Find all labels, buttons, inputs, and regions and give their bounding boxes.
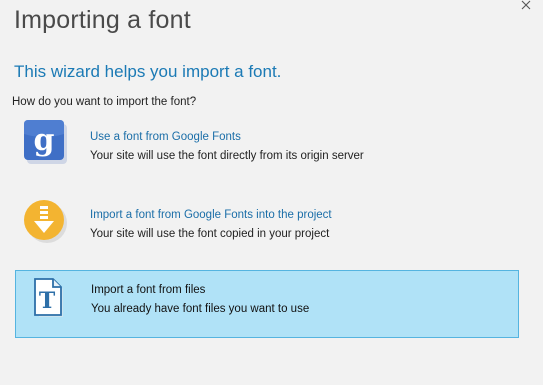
dialog-title: Importing a font bbox=[14, 6, 191, 34]
option-import-google-fonts[interactable]: Import a font from Google Fonts into the… bbox=[15, 196, 519, 264]
svg-text:g: g bbox=[34, 123, 55, 158]
option-description: Your site will use the font directly fro… bbox=[90, 150, 364, 162]
option-use-google-fonts[interactable]: g Use a font from Google Fonts Your site… bbox=[15, 118, 519, 186]
download-icon bbox=[24, 198, 68, 244]
option-import-from-files[interactable]: T Import a font from files You already h… bbox=[15, 270, 519, 338]
svg-text:T: T bbox=[39, 288, 56, 314]
option-description: Your site will use the font copied in yo… bbox=[90, 228, 330, 240]
option-title: Import a font from Google Fonts into the… bbox=[90, 209, 332, 221]
question-label: How do you want to import the font? bbox=[12, 96, 197, 108]
google-icon: g bbox=[24, 120, 68, 166]
option-title: Import a font from files bbox=[91, 284, 206, 296]
dialog-subtitle: This wizard helps you import a font. bbox=[14, 62, 282, 81]
close-button[interactable] bbox=[519, 0, 533, 14]
close-icon bbox=[521, 0, 531, 10]
option-title: Use a font from Google Fonts bbox=[90, 131, 241, 143]
font-file-icon: T bbox=[25, 273, 69, 319]
option-description: You already have font files you want to … bbox=[91, 303, 310, 315]
